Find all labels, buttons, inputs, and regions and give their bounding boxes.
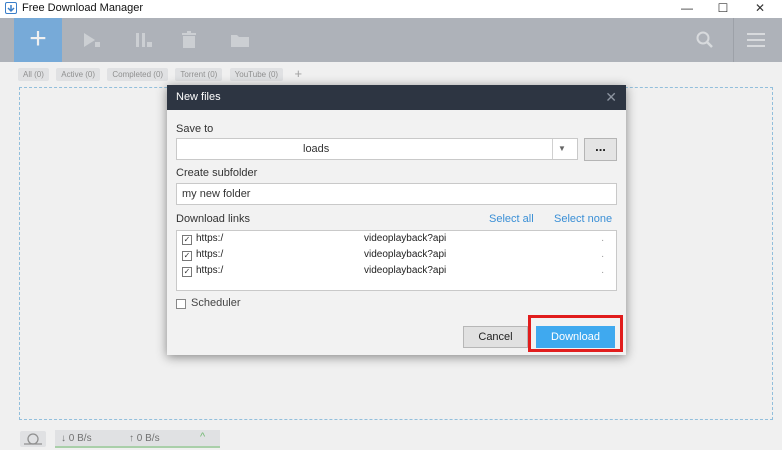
dialog-title: New files bbox=[176, 91, 221, 103]
highlight-box bbox=[528, 315, 623, 352]
dialog-header: New files ✕ bbox=[167, 85, 626, 110]
subfolder-input[interactable]: my new folder bbox=[176, 183, 617, 205]
select-none-link[interactable]: Select none bbox=[554, 213, 612, 225]
combo-divider bbox=[552, 139, 553, 159]
link-url-start: https:/ bbox=[196, 233, 224, 244]
link-tail: . bbox=[601, 233, 604, 244]
download-links-list[interactable]: ✓ https:/ videoplayback?api . ✓ https:/ … bbox=[176, 230, 617, 291]
link-checkbox[interactable]: ✓ bbox=[182, 235, 192, 245]
app-title: Free Download Manager bbox=[22, 2, 144, 14]
select-all-link[interactable]: Select all bbox=[489, 213, 534, 225]
close-window-button[interactable]: ✕ bbox=[742, 0, 778, 18]
scheduler-checkbox[interactable] bbox=[176, 299, 186, 309]
link-tail: . bbox=[601, 265, 604, 276]
link-checkbox[interactable]: ✓ bbox=[182, 251, 192, 261]
save-to-label: Save to bbox=[176, 123, 214, 135]
chevron-down-icon[interactable]: ▼ bbox=[558, 139, 566, 159]
cancel-button[interactable]: Cancel bbox=[463, 326, 528, 348]
list-item[interactable]: ✓ https:/ videoplayback?api . bbox=[182, 233, 612, 247]
link-url-end: videoplayback?api bbox=[364, 249, 447, 260]
link-tail: . bbox=[601, 249, 604, 260]
link-url-start: https:/ bbox=[196, 265, 224, 276]
list-item[interactable]: ✓ https:/ videoplayback?api . bbox=[182, 249, 612, 263]
save-to-value: loads bbox=[303, 143, 330, 155]
new-files-dialog: New files ✕ Save to loads ▼ ... Create s… bbox=[167, 85, 626, 355]
link-checkbox[interactable]: ✓ bbox=[182, 267, 192, 277]
link-url-end: videoplayback?api bbox=[364, 233, 447, 244]
save-to-combobox[interactable]: loads ▼ bbox=[176, 138, 578, 160]
minimize-button[interactable]: — bbox=[669, 0, 705, 18]
scheduler-label[interactable]: Scheduler bbox=[191, 297, 241, 309]
title-bar: Free Download Manager — ☐ ✕ bbox=[0, 0, 782, 18]
subfolder-label: Create subfolder bbox=[176, 167, 258, 179]
close-icon[interactable]: ✕ bbox=[605, 89, 617, 106]
list-item[interactable]: ✓ https:/ videoplayback?api . bbox=[182, 265, 612, 279]
link-url-end: videoplayback?api bbox=[364, 265, 447, 276]
maximize-button[interactable]: ☐ bbox=[705, 0, 741, 18]
browse-button[interactable]: ... bbox=[584, 138, 617, 161]
app-logo-icon bbox=[5, 2, 17, 14]
download-links-label: Download links bbox=[176, 213, 250, 225]
link-url-start: https:/ bbox=[196, 249, 224, 260]
